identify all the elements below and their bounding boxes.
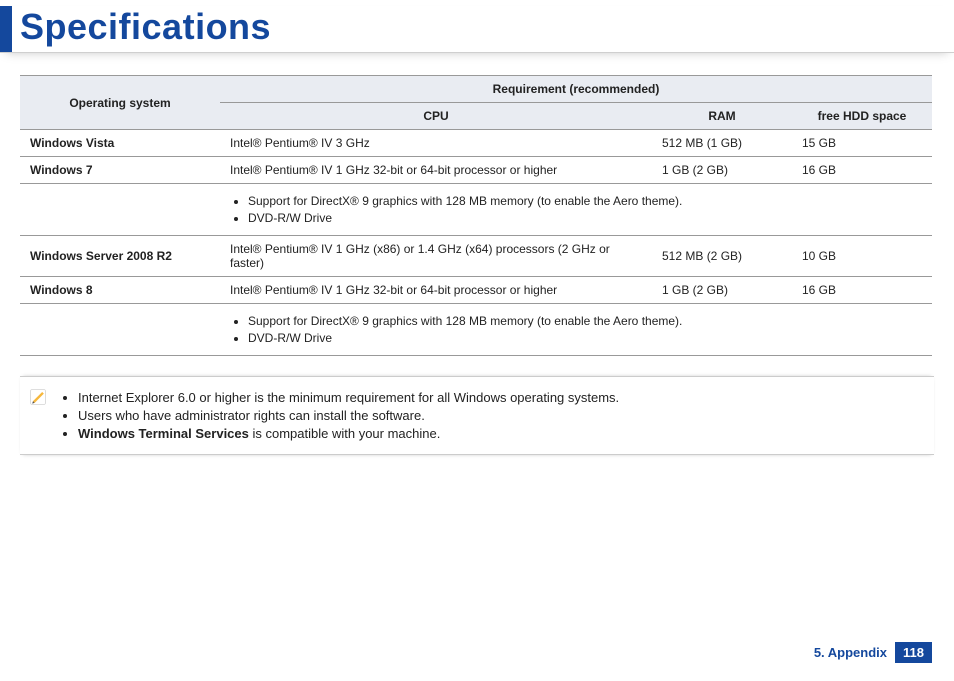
specifications-table: Operating system Requirement (recommende… [20,75,932,356]
cell-srv2008-hdd: 10 GB [792,236,932,277]
cell-vista-hdd: 15 GB [792,130,932,157]
note-3-bold: Windows Terminal Services [78,426,249,441]
cell-vista-os: Windows Vista [20,130,220,157]
cell-win8-ram: 1 GB (2 GB) [652,277,792,304]
win7-note-1: Support for DirectX® 9 graphics with 128… [248,194,922,208]
title-stripe [0,6,12,52]
cell-win7-os: Windows 7 [20,157,220,184]
note-3-rest: is compatible with your machine. [249,426,440,441]
cell-win8-os: Windows 8 [20,277,220,304]
row-win7: Windows 7 Intel® Pentium® IV 1 GHz 32-bi… [20,157,932,184]
note-2: Users who have administrator rights can … [78,408,619,423]
footer-page: 118 [895,642,932,663]
page-footer: 5. Appendix 118 [814,642,932,663]
col-cpu: CPU [220,103,652,130]
cell-vista-ram: 512 MB (1 GB) [652,130,792,157]
col-hdd: free HDD space [792,103,932,130]
col-ram: RAM [652,103,792,130]
note-3: Windows Terminal Services is compatible … [78,426,619,441]
win8-note-2: DVD-R/W Drive [248,331,922,345]
note-1: Internet Explorer 6.0 or higher is the m… [78,390,619,405]
notes-list: Internet Explorer 6.0 or higher is the m… [64,387,619,444]
cell-vista-cpu: Intel® Pentium® IV 3 GHz [220,130,652,157]
row-srv2008: Windows Server 2008 R2 Intel® Pentium® I… [20,236,932,277]
page-title: Specifications [20,6,271,48]
cell-srv2008-ram: 512 MB (2 GB) [652,236,792,277]
note-icon [28,387,48,407]
notes-box: Internet Explorer 6.0 or higher is the m… [20,376,934,455]
cell-srv2008-os: Windows Server 2008 R2 [20,236,220,277]
row-win8-notes: Support for DirectX® 9 graphics with 128… [20,304,932,356]
win8-note-1: Support for DirectX® 9 graphics with 128… [248,314,922,328]
row-vista: Windows Vista Intel® Pentium® IV 3 GHz 5… [20,130,932,157]
cell-win7-cpu: Intel® Pentium® IV 1 GHz 32-bit or 64-bi… [220,157,652,184]
row-win8: Windows 8 Intel® Pentium® IV 1 GHz 32-bi… [20,277,932,304]
footer-section: 5. Appendix [814,645,887,660]
page-title-bar: Specifications [0,6,954,53]
cell-win8-hdd: 16 GB [792,277,932,304]
col-requirement: Requirement (recommended) [220,76,932,103]
win7-note-2: DVD-R/W Drive [248,211,922,225]
header-row-1: Operating system Requirement (recommende… [20,76,932,103]
cell-win7-hdd: 16 GB [792,157,932,184]
cell-srv2008-cpu: Intel® Pentium® IV 1 GHz (x86) or 1.4 GH… [220,236,652,277]
cell-win8-cpu: Intel® Pentium® IV 1 GHz 32-bit or 64-bi… [220,277,652,304]
win8-notes-list: Support for DirectX® 9 graphics with 128… [248,314,922,345]
col-os: Operating system [20,76,220,130]
win7-notes-list: Support for DirectX® 9 graphics with 128… [248,194,922,225]
row-win7-notes: Support for DirectX® 9 graphics with 128… [20,184,932,236]
cell-win7-ram: 1 GB (2 GB) [652,157,792,184]
